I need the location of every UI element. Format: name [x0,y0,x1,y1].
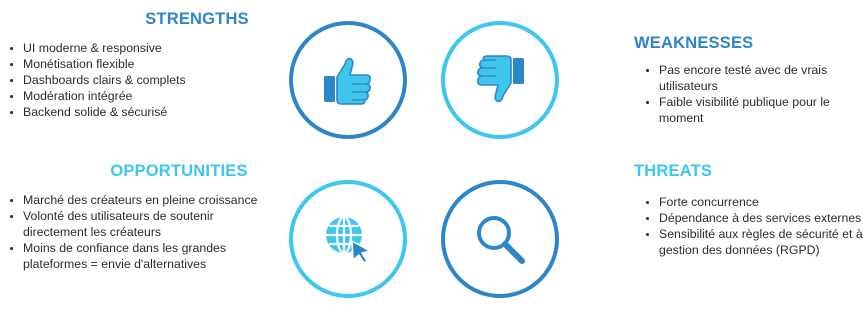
threats-circle [441,180,559,298]
strengths-circle [289,21,407,139]
threats-item: Dépendance à des services externes [659,210,863,226]
opportunities-item: Marché des créateurs en pleine croissanc… [23,192,273,208]
strengths-heading: STRENGTHS [145,10,249,28]
strengths-item: UI moderne & responsive [23,40,293,56]
thumbs-down-icon [477,55,524,103]
opportunities-circle [289,180,407,298]
strengths-list: UI moderne & responsive Monétisation fle… [8,40,293,120]
magnifier-icon [477,216,525,264]
opportunities-item: Moins de confiance dans les grandes plat… [23,240,273,272]
opportunities-heading: OPPORTUNITIES [110,162,248,180]
strengths-item: Backend solide & sécurisé [23,104,293,120]
weaknesses-circle [441,21,559,139]
strengths-item: Modération intégrée [23,88,293,104]
globe-cursor-icon [326,215,371,264]
threats-item: Sensibilité aux règles de sécurité et à … [659,226,863,258]
strengths-item: Dashboards clairs & complets [23,72,293,88]
opportunities-list: Marché des créateurs en pleine croissanc… [8,192,273,272]
thumbs-up-icon [324,57,371,105]
threats-list: Forte concurrence Dépendance à des servi… [644,194,863,258]
weaknesses-heading: WEAKNESSES [634,34,754,52]
strengths-item: Monétisation flexible [23,56,293,72]
weaknesses-item: Pas encore testé avec de vrais utilisate… [659,62,863,94]
weaknesses-list: Pas encore testé avec de vrais utilisate… [644,62,863,126]
threats-heading: THREATS [634,162,713,180]
weaknesses-item: Faible visibilité publique pour le momen… [659,94,863,126]
threats-item: Forte concurrence [659,194,863,210]
opportunities-item: Volonté des utilisateurs de soutenir dir… [23,208,273,240]
